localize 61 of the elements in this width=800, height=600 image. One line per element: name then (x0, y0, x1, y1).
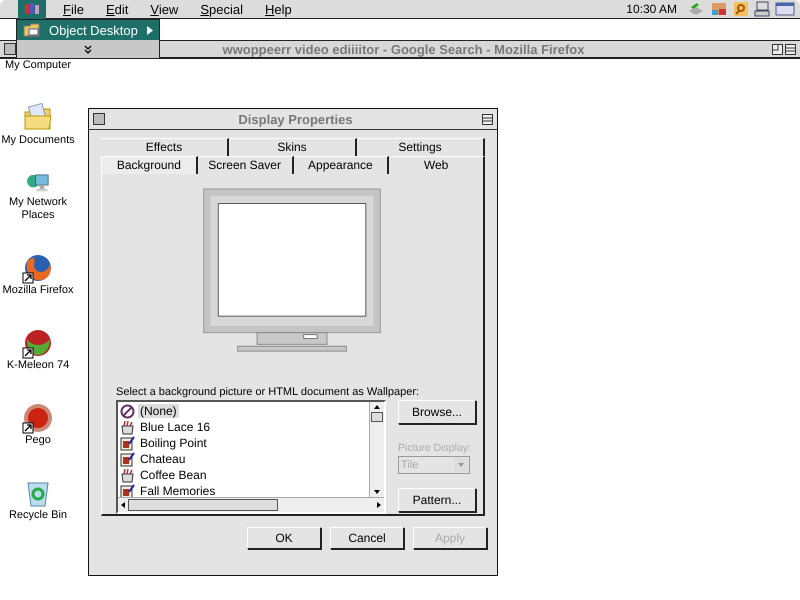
list-item[interactable]: Blue Lace 16 (138, 420, 212, 434)
tab[interactable]: Settings (357, 138, 485, 156)
system-menu-button[interactable] (18, 0, 46, 18)
tab[interactable]: Web (389, 156, 485, 174)
scroll-thumb[interactable] (128, 499, 278, 511)
icon-label[interactable]: Pego (0, 434, 76, 447)
picture-document-icon (120, 436, 135, 450)
app-icon[interactable] (22, 252, 54, 284)
dialog-title: Display Properties (237, 112, 354, 126)
horizontal-scrollbar[interactable] (118, 497, 384, 512)
list-item[interactable]: Coffee Bean (138, 468, 208, 482)
icon-label[interactable]: My Documents (0, 134, 76, 147)
picture-document-icon (120, 484, 135, 497)
tab[interactable]: Screen Saver (198, 156, 294, 174)
window-title: wwoppeerr video ediiiitor - Google Search - Mozilla Firefox (222, 42, 586, 56)
icon-label[interactable]: My Computer (0, 59, 76, 72)
html-document-icon (120, 420, 135, 434)
tab[interactable]: Background (101, 156, 198, 174)
palette-tray-icon[interactable] (710, 1, 728, 17)
browse-button[interactable]: Browse... (398, 400, 476, 424)
icon-label[interactable]: Recycle Bin (0, 509, 76, 522)
window-tray-icon[interactable] (775, 2, 795, 16)
menu-item[interactable]: Help (260, 2, 297, 16)
pattern-button[interactable]: Pattern... (398, 488, 476, 512)
list-item[interactable]: Fall Memories (138, 484, 218, 497)
submenu-arrow-icon (147, 26, 153, 34)
list-item[interactable]: Chateau (138, 452, 188, 466)
icon-label[interactable]: My Network Places (0, 196, 76, 222)
menu-item[interactable]: View (145, 2, 184, 16)
picture-document-icon (120, 452, 135, 466)
close-box[interactable] (4, 43, 16, 55)
computer-tray-icon[interactable] (754, 1, 770, 17)
menu-item[interactable]: Special (195, 2, 248, 16)
collapse-box-icon[interactable] (785, 44, 796, 54)
dialog-button[interactable]: OK (247, 527, 321, 549)
close-box[interactable] (93, 113, 105, 125)
figures-icon (24, 2, 40, 16)
html-document-icon (120, 468, 135, 482)
scroll-thumb[interactable] (371, 412, 383, 422)
tab[interactable]: Appearance (294, 156, 390, 174)
zoom-box-icon[interactable] (772, 44, 783, 54)
picture-display-label: Picture Display: (398, 442, 472, 454)
instruction-text: Select a background picture or HTML document as Wallpaper: (116, 386, 420, 398)
icon-label[interactable]: Mozilla Firefox (0, 284, 76, 297)
menu-item[interactable]: File (58, 2, 89, 16)
vertical-scrollbar[interactable] (369, 402, 384, 497)
collapse-box-icon[interactable] (482, 114, 493, 124)
list-item[interactable]: Boiling Point (138, 436, 209, 450)
no-symbol-icon (120, 404, 135, 418)
tab[interactable]: Effects (101, 138, 229, 156)
app-icon[interactable] (22, 327, 54, 359)
chevron-down-icon[interactable] (84, 44, 92, 54)
clock: 10:30 AM (626, 2, 677, 16)
menu-item[interactable]: Edit (100, 2, 134, 16)
app-icon[interactable] (22, 402, 54, 434)
icon-label[interactable]: K-Meleon 74 (0, 359, 76, 372)
list-item[interactable]: (None) (138, 404, 179, 418)
tab[interactable]: Skins (229, 138, 357, 156)
menu-entry[interactable]: Object Desktop (17, 20, 159, 40)
dialog-button[interactable]: Cancel (330, 527, 404, 549)
folder-icon (23, 22, 41, 38)
